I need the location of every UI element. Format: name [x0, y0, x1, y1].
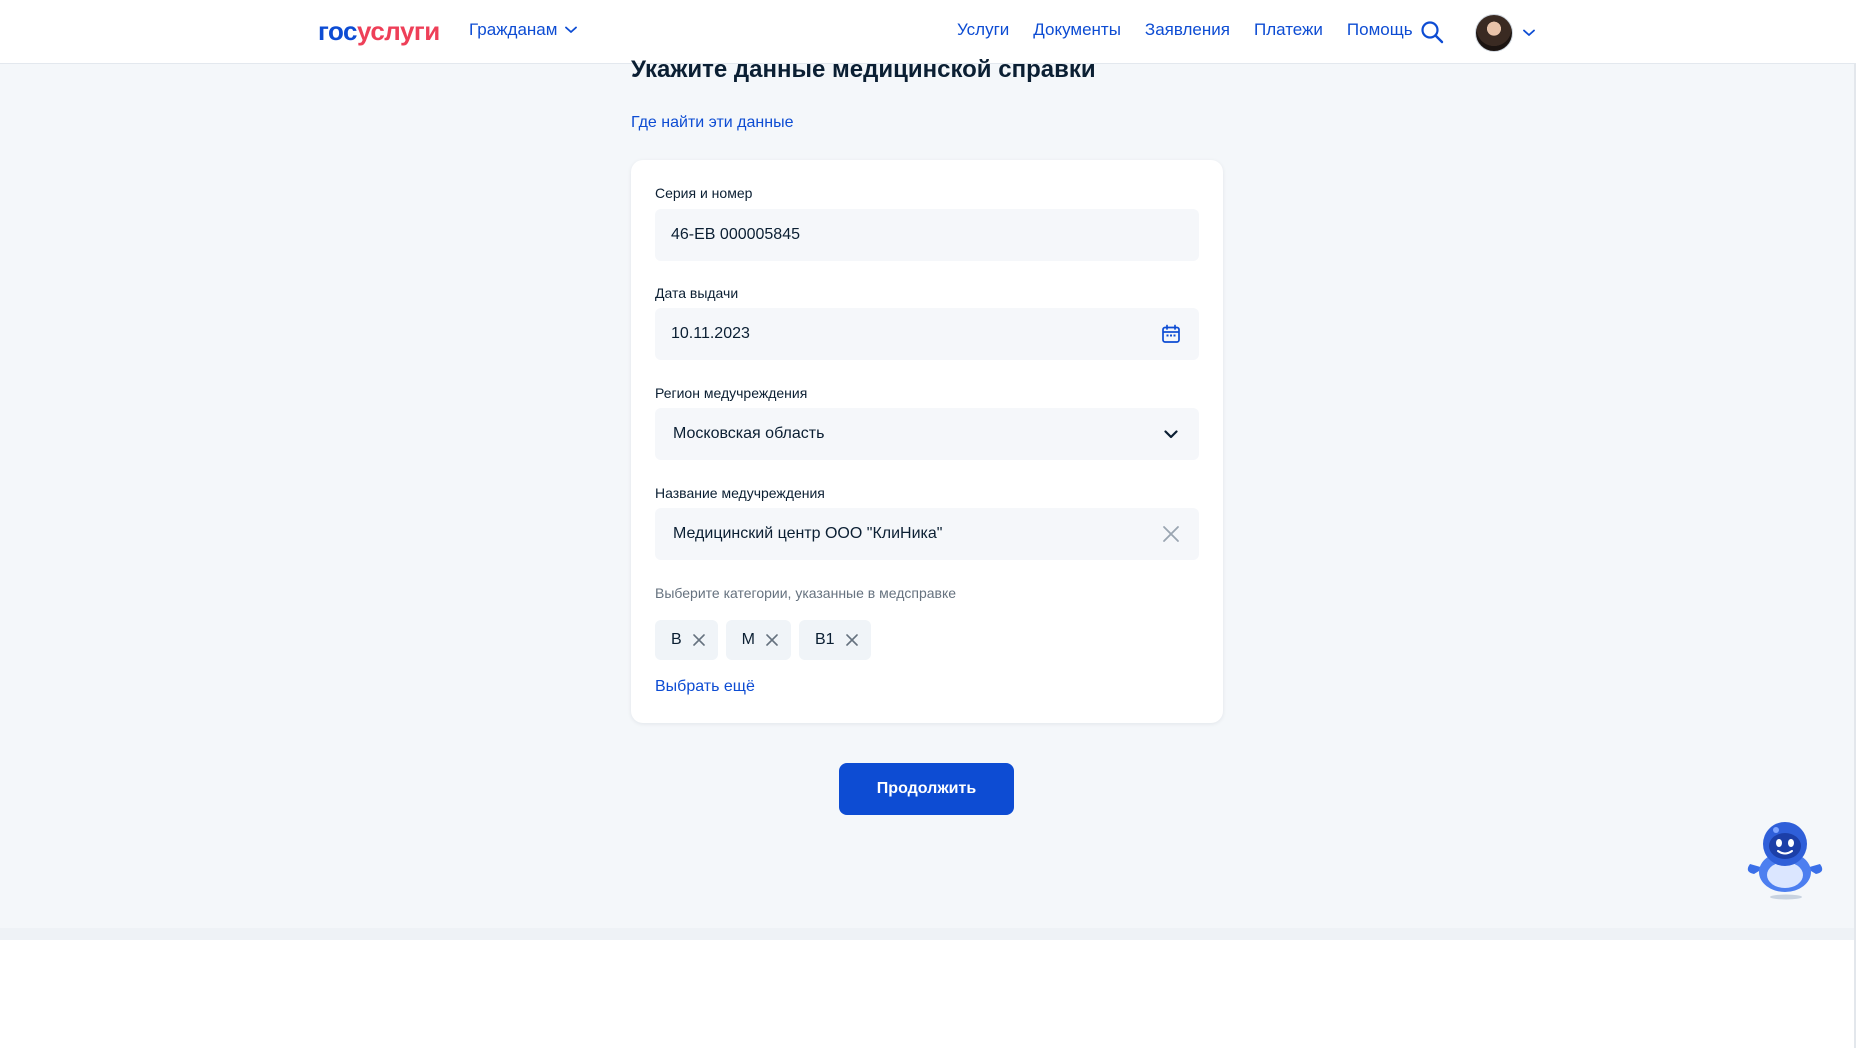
category-chip[interactable]: B1 — [799, 620, 871, 660]
audience-menu[interactable]: Гражданам — [469, 20, 578, 40]
nav-item-help[interactable]: Помощь — [1347, 20, 1413, 40]
series-number-value: 46-ЕВ 000005845 — [671, 226, 800, 243]
clear-org-button[interactable] — [1159, 522, 1183, 546]
select-more-link[interactable]: Выбрать ещё — [655, 678, 755, 696]
profile-menu[interactable] — [1475, 14, 1535, 52]
close-icon[interactable] — [692, 633, 706, 647]
close-icon — [1163, 526, 1179, 542]
nav-item-documents[interactable]: Документы — [1033, 20, 1121, 40]
gosuslugi-logo[interactable]: госуслуги — [318, 16, 440, 47]
category-chip-label: B1 — [815, 631, 835, 648]
series-label: Серия и номер — [655, 185, 753, 201]
search-icon — [1421, 21, 1444, 44]
chevron-down-icon — [565, 26, 578, 33]
where-to-find-link[interactable]: Где найти эти данные — [631, 114, 793, 132]
medical-certificate-form: Серия и номер 46-ЕВ 000005845 Дата выдач… — [631, 160, 1223, 723]
category-chip-label: M — [741, 631, 755, 648]
close-icon[interactable] — [845, 633, 859, 647]
region-value: Московская область — [673, 425, 825, 442]
region-dropdown-toggle[interactable] — [1159, 422, 1183, 446]
org-name-label: Название медучреждения — [655, 485, 825, 501]
nav-item-applications[interactable]: Заявления — [1145, 20, 1230, 40]
region-label: Регион медучреждения — [655, 385, 808, 401]
top-header: госуслуги Гражданам Услуги Документы Зая… — [0, 0, 1856, 64]
nav-item-services[interactable]: Услуги — [957, 20, 1009, 40]
logo-part-gos: гос — [318, 16, 358, 46]
series-number-field[interactable]: 46-ЕВ 000005845 — [655, 209, 1199, 261]
continue-button[interactable]: Продолжить — [839, 763, 1014, 815]
footer-strip — [0, 928, 1856, 940]
category-chip[interactable]: B — [655, 620, 718, 660]
category-chip[interactable]: M — [725, 620, 791, 660]
avatar — [1475, 14, 1513, 52]
robot-assistant-icon[interactable] — [1740, 812, 1830, 902]
main-nav: Услуги Документы Заявления Платежи Помощ… — [957, 20, 1413, 40]
logo-part-uslugi: услуги — [357, 16, 440, 46]
calendar-button[interactable] — [1159, 322, 1183, 346]
calendar-icon — [1162, 324, 1180, 343]
org-name-field[interactable]: Медицинский центр ООО "КлиНика" — [655, 508, 1199, 560]
category-chip-label: B — [671, 631, 682, 648]
issue-date-field[interactable]: 10.11.2023 — [655, 308, 1199, 360]
region-select[interactable]: Московская область — [655, 408, 1199, 460]
org-name-value: Медицинский центр ООО "КлиНика" — [673, 525, 943, 542]
issue-date-label: Дата выдачи — [655, 285, 739, 301]
page-title: Укажите данные медицинской справки — [631, 56, 1096, 83]
chevron-down-icon — [1523, 29, 1535, 36]
nav-item-payments[interactable]: Платежи — [1254, 20, 1323, 40]
category-chips: B M B1 — [655, 620, 871, 660]
categories-label: Выберите категории, указанные в медсправ… — [655, 585, 957, 601]
issue-date-value: 10.11.2023 — [671, 325, 750, 342]
search-button[interactable] — [1420, 20, 1444, 44]
close-icon[interactable] — [765, 633, 779, 647]
audience-menu-label: Гражданам — [469, 20, 558, 39]
chevron-down-icon — [1164, 429, 1178, 438]
